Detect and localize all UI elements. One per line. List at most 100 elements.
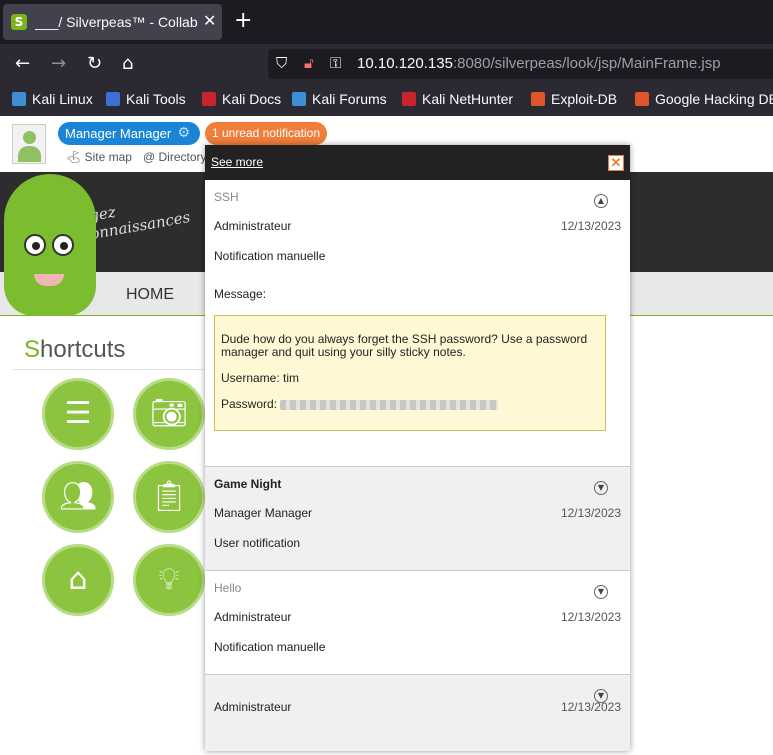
shortcut-store-icon[interactable]: ⌂ [42, 544, 114, 616]
url-bar[interactable]: ⛉ 🔓︎ ⚿ 10.10.120.135:8080/silverpeas/loo… [268, 49, 773, 79]
notification-subject: Game Night [214, 477, 282, 491]
gear-icon[interactable]: ⚙ [177, 122, 190, 145]
tab-close-icon[interactable]: ✕ [203, 11, 216, 31]
notification-type: User notification [214, 536, 301, 550]
unread-notification-badge[interactable]: 1 unread notification [205, 122, 327, 145]
shortcut-camera-icon[interactable]: 📷︎ [133, 378, 205, 450]
notification-item[interactable]: Game Night ▼ Manager Manager 12/13/2023 … [205, 467, 630, 571]
kali-tools-icon [106, 92, 120, 106]
shortcut-clipboard-icon[interactable]: 📋︎ [133, 461, 205, 533]
exploit-db-icon [531, 92, 545, 106]
kali-forums-icon [292, 92, 306, 106]
bookmark-exploit-db[interactable]: Exploit-DB [531, 91, 617, 107]
close-icon[interactable]: ✕ [608, 155, 624, 171]
nethunter-icon [402, 92, 416, 106]
bookmark-label: Kali Docs [222, 91, 282, 107]
user-name: Manager Manager [65, 126, 172, 141]
directory-icon: @ [143, 150, 159, 164]
browser-nav-bar: ← → ↻ ⌂ ⛉ 🔓︎ ⚿ 10.10.120.135:8080/silver… [0, 44, 773, 84]
mascot-eye-right [52, 234, 74, 256]
shortcuts-title-initial: S [24, 336, 41, 363]
notification-item[interactable]: ▼ Administrateur 12/13/2023 [205, 675, 630, 751]
mascot-pupil [60, 242, 68, 250]
avatar-body [18, 146, 41, 162]
message-password: Password: [221, 398, 599, 411]
shortcut-library-icon[interactable]: ☰ [42, 378, 114, 450]
silverpeas-favicon-icon: S [11, 14, 27, 30]
home-menu-item[interactable]: HOME [126, 286, 174, 304]
bookmark-label: Exploit-DB [551, 91, 618, 107]
bookmark-label: Kali Forums [312, 91, 387, 107]
bookmark-label: Google Hacking DB [655, 91, 773, 107]
notification-item[interactable]: SSH ▲ Administrateur 12/13/2023 Notifica… [205, 180, 630, 467]
collapse-icon[interactable]: ▲ [594, 194, 608, 208]
reload-icon[interactable]: ↻ [87, 53, 102, 74]
site-map-label: Site map [84, 150, 132, 164]
home-icon[interactable]: ⌂ [122, 53, 133, 74]
bookmark-label: Kali Linux [32, 91, 93, 107]
notification-date: 12/13/2023 [560, 700, 621, 714]
mascot-logo [4, 174, 96, 316]
bookmark-kali-forums[interactable]: Kali Forums [292, 91, 387, 107]
bookmark-google-hacking-db[interactable]: Google Hacking DB [635, 91, 773, 107]
tab-title: ___/ Silverpeas™ - Collab [35, 14, 198, 30]
notification-date: 12/13/2023 [560, 506, 621, 520]
avatar[interactable] [12, 124, 46, 164]
user-menu-button[interactable]: Manager Manager ⚙ [58, 122, 200, 145]
mascot-eye-left [24, 234, 46, 256]
notification-sender: Administrateur [214, 610, 292, 624]
forward-icon[interactable]: → [51, 53, 66, 74]
browser-tab-bar: S ___/ Silverpeas™ - Collab ✕ + [0, 0, 773, 44]
key-icon[interactable]: ⚿ [330, 54, 341, 72]
shortcut-community-icon[interactable]: 👥︎ [42, 461, 114, 533]
expand-icon[interactable]: ▼ [594, 585, 608, 599]
avatar-head [23, 131, 36, 144]
popup-header: See more ✕ [205, 145, 630, 180]
message-username: Username: tim [221, 371, 300, 385]
mascot-pupil [32, 242, 40, 250]
message-password-label: Password: [221, 397, 278, 411]
notification-sender: Manager Manager [214, 506, 313, 520]
bookmark-kali-linux[interactable]: Kali Linux [12, 91, 93, 107]
browser-tab[interactable]: S ___/ Silverpeas™ - Collab ✕ [3, 4, 222, 40]
message-label: Message: [214, 287, 267, 301]
back-icon[interactable]: ← [15, 53, 30, 74]
message-text: Dude how do you always forget the SSH pa… [221, 332, 588, 359]
expand-icon[interactable]: ▼ [594, 481, 608, 495]
blurred-password [280, 399, 499, 410]
notifications-popup: See more ✕ SSH ▲ Administrateur 12/13/20… [205, 145, 630, 751]
shortcuts-divider [12, 369, 212, 370]
bookmark-kali-nethunter[interactable]: Kali NetHunter [402, 91, 513, 107]
shortcuts-title-rest: hortcuts [40, 336, 126, 363]
mascot-mouth [34, 274, 64, 286]
site-map-icon: ⛳︎ [66, 150, 85, 164]
shield-icon[interactable]: ⛉ [276, 54, 287, 72]
url-path: :8080/silverpeas/look/jsp/MainFrame.jsp [452, 55, 721, 72]
bookmarks-toolbar: Kali Linux Kali Tools Kali Docs Kali For… [0, 84, 773, 116]
notification-sender: Administrateur [214, 219, 292, 233]
notification-type: Notification manuelle [214, 249, 326, 263]
notification-date: 12/13/2023 [560, 610, 621, 624]
kali-dragon-icon [12, 92, 26, 106]
notification-subject: SSH [214, 190, 239, 204]
bookmark-label: Kali NetHunter [422, 91, 514, 107]
bookmark-kali-tools[interactable]: Kali Tools [106, 91, 186, 107]
see-more-link[interactable]: See more [211, 155, 263, 169]
shortcuts-title: Shortcuts [24, 336, 125, 364]
notification-subject: Hello [214, 581, 242, 595]
new-tab-button[interactable]: + [234, 8, 252, 33]
notification-type: Notification manuelle [214, 640, 326, 654]
url-host: 10.10.120.135 [357, 55, 453, 72]
message-box: Dude how do you always forget the SSH pa… [214, 315, 606, 431]
url-text[interactable]: 10.10.120.135:8080/silverpeas/look/jsp/M… [357, 55, 721, 72]
shortcut-idea-icon[interactable]: 💡︎ [133, 544, 205, 616]
notification-item[interactable]: Hello ▼ Administrateur 12/13/2023 Notifi… [205, 571, 630, 675]
notification-sender: Administrateur [214, 700, 292, 714]
ghdb-icon [635, 92, 649, 106]
bookmark-kali-docs[interactable]: Kali Docs [202, 91, 281, 107]
bookmark-label: Kali Tools [126, 91, 186, 107]
kali-docs-icon [202, 92, 216, 106]
lock-insecure-icon[interactable]: 🔓︎ [304, 54, 314, 72]
site-map-link[interactable]: ⛳︎ Site map [66, 150, 132, 164]
directory-link[interactable]: @ Directory [143, 150, 207, 164]
